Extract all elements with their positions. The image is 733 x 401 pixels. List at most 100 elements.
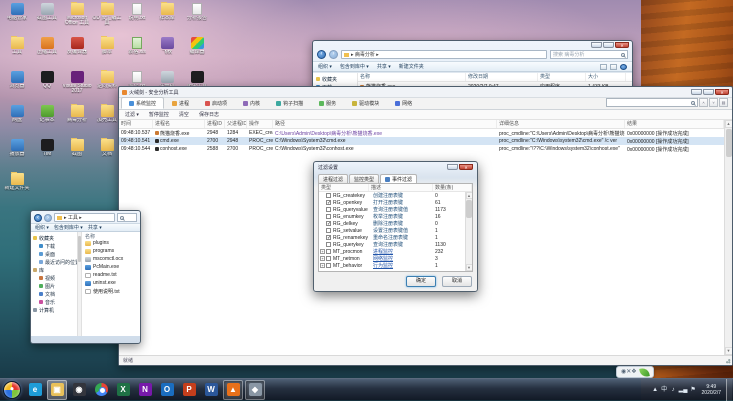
- column-time[interactable]: 时间: [119, 120, 153, 128]
- checkbox[interactable]: [326, 235, 331, 240]
- file-row[interactable]: mscomctl.ocx: [82, 255, 140, 263]
- desktop-icon[interactable]: TIM: [32, 138, 62, 172]
- event-row[interactable]: 09:48:10.541 cmd.exe 2700 2948 PROC_crea…: [119, 137, 724, 145]
- desktop-icon[interactable]: 播放器: [2, 138, 32, 172]
- desktop-icon[interactable]: 飞秋: [152, 36, 182, 70]
- filter-row[interactable]: + MT_procmon 进程监控 232: [319, 248, 465, 255]
- checkbox[interactable]: [326, 249, 331, 254]
- filter-row[interactable]: + RG_createkey 创建注册表键 0: [319, 192, 465, 199]
- command-bar-item[interactable]: 共享 ▾: [377, 63, 391, 70]
- command-bar-item[interactable]: 组织 ▾: [318, 63, 332, 70]
- sidebar-item[interactable]: 库: [31, 266, 77, 274]
- ok-button[interactable]: 确定: [406, 276, 436, 287]
- preview-button[interactable]: [610, 64, 617, 70]
- desktop-icon[interactable]: 浏览器: [2, 70, 32, 104]
- toolbar-button[interactable]: 过滤 ▾: [125, 111, 139, 118]
- desktop-icon[interactable]: 分析报告: [182, 2, 212, 36]
- checkbox[interactable]: [326, 221, 331, 226]
- scroll-down-button[interactable]: ▼: [466, 264, 473, 271]
- sidebar-item[interactable]: 最近访问的位置: [31, 258, 77, 266]
- command-bar-item[interactable]: 包含到库中 ▾: [340, 63, 369, 70]
- command-bar-item[interactable]: 包含到库中 ▾: [54, 224, 83, 231]
- toolbar-button[interactable]: 暂停监控: [149, 111, 169, 118]
- filter-row[interactable]: + RG_querykey 查询注册表键 1130: [319, 241, 465, 248]
- tray-icon[interactable]: ▲: [652, 380, 659, 400]
- scrollbar-thumb[interactable]: [466, 200, 472, 218]
- maximize-button[interactable]: [603, 42, 614, 48]
- command-bar-item[interactable]: 组织 ▾: [35, 224, 49, 231]
- hrsword-tab[interactable]: 启动项: [197, 97, 235, 109]
- search-prev-button[interactable]: ˄: [699, 98, 708, 107]
- sidebar-item[interactable]: 计算机: [31, 306, 77, 314]
- taskbar-button[interactable]: e: [25, 380, 45, 400]
- show-desktop-button[interactable]: [726, 379, 732, 401]
- hrsword-tab[interactable]: 系统监控: [121, 97, 164, 109]
- column-name[interactable]: 名称: [358, 73, 466, 81]
- desktop-icon[interactable]: Visual Studio 2017: [62, 70, 92, 104]
- vertical-scrollbar[interactable]: ▲ ▼: [724, 120, 732, 355]
- dialog-tab[interactable]: 进程过滤: [318, 174, 348, 183]
- taskbar-button[interactable]: X: [113, 380, 133, 400]
- checkbox[interactable]: [326, 242, 331, 247]
- sidebar-item[interactable]: 下载: [31, 242, 77, 250]
- command-bar-item[interactable]: 新建文件夹: [399, 63, 424, 70]
- desktop-icon[interactable]: 截图工具: [32, 2, 62, 36]
- column-pid[interactable]: 进程ID: [205, 120, 225, 128]
- column-path[interactable]: 路径: [273, 120, 497, 128]
- taskbar-button[interactable]: ◆: [245, 380, 265, 400]
- checkbox[interactable]: [326, 228, 331, 233]
- toolbar-button[interactable]: 清空: [179, 111, 189, 118]
- desktop-icon[interactable]: 压缩工具: [32, 36, 62, 70]
- desktop-icon[interactable]: OD 反汇编工具: [92, 2, 122, 36]
- sidebar-item[interactable]: 桌面: [31, 250, 77, 258]
- monitor-search-input[interactable]: [606, 98, 698, 107]
- column-type[interactable]: 类型: [319, 184, 369, 191]
- filter-row[interactable]: + RG_queryvalue 查询注册表键值 1173: [319, 206, 465, 213]
- sidebar-item[interactable]: 视频: [31, 274, 77, 282]
- filter-row[interactable]: + RG_setvalue 设置注册表键值 1: [319, 227, 465, 234]
- desktop-icon[interactable]: 样本库: [152, 2, 182, 36]
- back-button[interactable]: ‹: [317, 50, 326, 59]
- desktop-icon[interactable]: QQ: [32, 70, 62, 104]
- hrsword-tab[interactable]: 钩子扫描: [268, 97, 311, 109]
- close-button[interactable]: [715, 89, 729, 95]
- desktop-icon[interactable]: 电脑管家: [2, 2, 32, 36]
- file-row[interactable]: PcMain.exe: [82, 263, 140, 271]
- filter-row[interactable]: + RG_openkey 打开注册表键 61: [319, 199, 465, 206]
- cancel-button[interactable]: 取消: [442, 276, 472, 287]
- sidebar-item[interactable]: 文档: [31, 290, 77, 298]
- taskbar-button[interactable]: [91, 380, 111, 400]
- desktop-icon[interactable]: 表格.xls: [122, 36, 152, 70]
- tray-icon[interactable]: ⚑: [690, 380, 697, 400]
- taskbar-button[interactable]: W: [201, 380, 221, 400]
- filter-row[interactable]: + MT_behavior 行为监控 1: [319, 262, 465, 269]
- address-bar[interactable]: ▸ 工具 ▸: [54, 213, 115, 222]
- file-row[interactable]: programs: [82, 247, 140, 255]
- scrollbar-thumb[interactable]: [78, 236, 81, 262]
- hrsword-tab[interactable]: 驱动模块: [344, 97, 387, 109]
- tray-icon[interactable]: 中: [661, 380, 668, 400]
- view-options-button[interactable]: ▤: [719, 98, 728, 107]
- expand-icon[interactable]: +: [320, 263, 325, 268]
- maximize-button[interactable]: [703, 89, 714, 95]
- column-process[interactable]: 进程名: [153, 120, 205, 128]
- column-count[interactable]: 数量(条): [433, 184, 472, 191]
- search-next-button[interactable]: ˅: [709, 98, 718, 107]
- desktop-icon[interactable]: 反编译器: [62, 36, 92, 70]
- dialog-tab[interactable]: 监控类型: [349, 174, 379, 183]
- back-button[interactable]: ‹: [34, 214, 42, 222]
- toolbar-button[interactable]: 保存日志: [199, 111, 219, 118]
- minimize-button[interactable]: [591, 42, 602, 48]
- sidebar-item[interactable]: 音乐: [31, 298, 77, 306]
- filter-row[interactable]: + RG_enumkey 枚举注册表键 16: [319, 213, 465, 220]
- checkbox[interactable]: [326, 193, 331, 198]
- minimize-button[interactable]: [447, 164, 458, 170]
- resize-grip[interactable]: [724, 357, 731, 364]
- file-row[interactable]: plugins: [82, 239, 140, 247]
- scroll-up-button[interactable]: ▲: [466, 192, 473, 199]
- desktop-icon[interactable]: 编译器: [182, 36, 212, 70]
- expand-icon[interactable]: +: [320, 249, 325, 254]
- column-result[interactable]: 结果: [625, 120, 724, 128]
- desktop-icon[interactable]: 截图: [62, 138, 92, 172]
- desktop-icon[interactable]: 网盘: [2, 104, 32, 138]
